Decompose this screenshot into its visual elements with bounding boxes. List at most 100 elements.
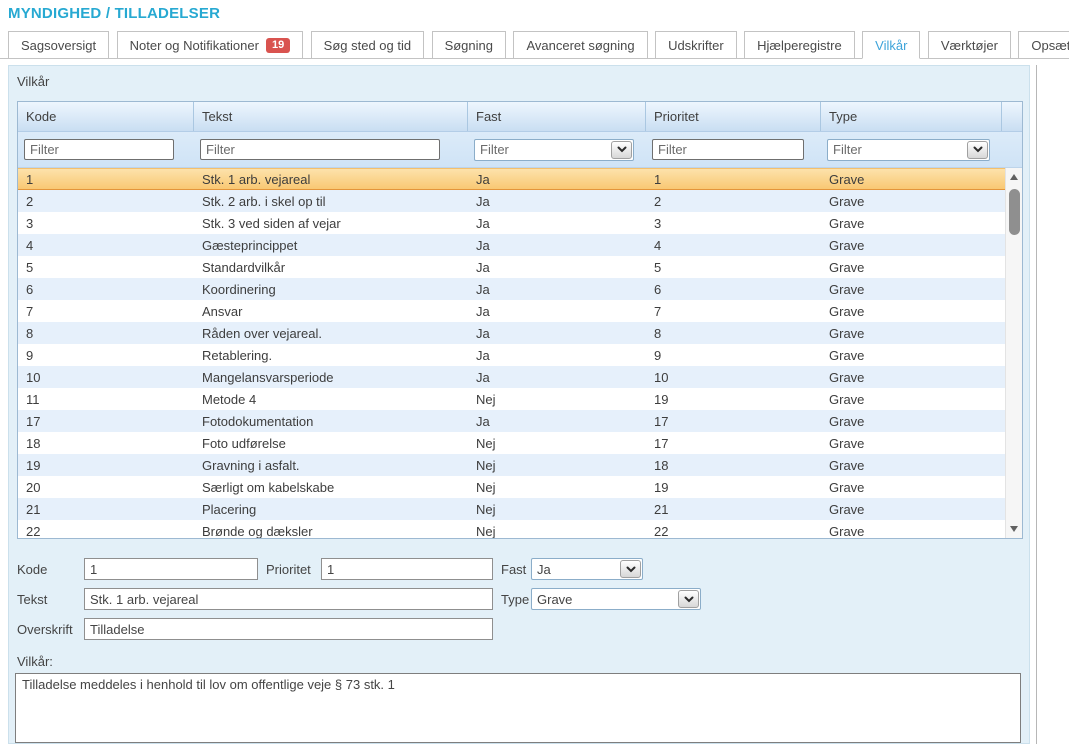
overskrift-label: Overskrift (17, 622, 84, 637)
tab-label: Hjælperegistre (757, 38, 842, 53)
cell-kode: 22 (18, 520, 194, 538)
scroll-down-icon[interactable] (1010, 526, 1018, 532)
cell-type: Grave (821, 278, 1005, 300)
cell-prio: 10 (646, 366, 821, 388)
chevron-down-icon[interactable] (620, 560, 641, 578)
cell-type: Grave (821, 190, 1005, 212)
cell-kode: 5 (18, 256, 194, 278)
cell-type: Grave (821, 256, 1005, 278)
column-header-type[interactable]: Type (821, 102, 1002, 131)
fast-filter-placeholder: Filter (480, 142, 509, 157)
cell-type: Grave (821, 388, 1005, 410)
kode-label: Kode (17, 562, 84, 577)
cell-fast: Ja (468, 234, 646, 256)
tab-label: Avanceret søgning (526, 38, 634, 53)
table-row[interactable]: 5StandardvilkårJa5Grave (18, 256, 1005, 278)
overskrift-field[interactable] (84, 618, 493, 640)
table-row[interactable]: 2Stk. 2 arb. i skel op tilJa2Grave (18, 190, 1005, 212)
tab-opsaetning[interactable]: Opsætning (1018, 31, 1069, 59)
page-title: MYNDIGHED / TILLADELSER (8, 5, 1069, 22)
grid-body: 1Stk. 1 arb. vejarealJa1Grave2Stk. 2 arb… (18, 168, 1022, 538)
cell-prio: 19 (646, 476, 821, 498)
table-row[interactable]: 21PlaceringNej21Grave (18, 498, 1005, 520)
table-row[interactable]: 22Brønde og dækslerNej22Grave (18, 520, 1005, 538)
chevron-down-icon[interactable] (678, 590, 699, 608)
cell-prio: 3 (646, 212, 821, 234)
prioritet-field[interactable] (321, 558, 493, 580)
tab-hjaelperegistre[interactable]: Hjælperegistre (744, 31, 855, 59)
table-row[interactable]: 1Stk. 1 arb. vejarealJa1Grave (18, 168, 1005, 190)
tab-label: Vilkår (875, 38, 907, 53)
cell-type: Grave (821, 366, 1005, 388)
chevron-down-icon[interactable] (611, 141, 632, 159)
grid-filter-row: Filter Filter (18, 132, 1022, 168)
table-row[interactable]: 18Foto udførelseNej17Grave (18, 432, 1005, 454)
tab-vilkaar[interactable]: Vilkår (862, 31, 920, 59)
prioritet-filter-input[interactable] (652, 139, 804, 160)
tekst-filter-input[interactable] (200, 139, 440, 160)
table-row[interactable]: 17FotodokumentationJa17Grave (18, 410, 1005, 432)
cell-fast: Ja (468, 410, 646, 432)
table-row[interactable]: 19Gravning i asfalt.Nej18Grave (18, 454, 1005, 476)
table-row[interactable]: 7AnsvarJa7Grave (18, 300, 1005, 322)
tab-vaerktoejer[interactable]: Værktøjer (928, 31, 1011, 59)
tab-bar: Sagsoversigt Noter og Notifikationer19 S… (0, 31, 1069, 59)
tab-soeg-sted-og-tid[interactable]: Søg sted og tid (311, 31, 424, 59)
tab-soegning[interactable]: Søgning (432, 31, 506, 59)
column-header-tekst[interactable]: Tekst (194, 102, 468, 131)
fast-filter-select[interactable]: Filter (474, 139, 634, 161)
type-filter-select[interactable]: Filter (827, 139, 990, 161)
kode-filter-input[interactable] (24, 139, 174, 160)
vilkaar-textarea[interactable]: Tilladelse meddeles i henhold til lov om… (15, 673, 1021, 743)
cell-fast: Nej (468, 476, 646, 498)
cell-type: Grave (821, 520, 1005, 538)
panel-title: Vilkår (9, 66, 1029, 94)
scroll-up-icon[interactable] (1010, 174, 1018, 180)
tekst-field[interactable] (84, 588, 493, 610)
cell-type: Grave (821, 212, 1005, 234)
cell-prio: 21 (646, 498, 821, 520)
kode-field[interactable] (84, 558, 258, 580)
column-header-kode[interactable]: Kode (18, 102, 194, 131)
cell-prio: 22 (646, 520, 821, 538)
grid-header-row: Kode Tekst Fast Prioritet Type (18, 102, 1022, 132)
chevron-down-icon[interactable] (967, 141, 988, 159)
cell-fast: Ja (468, 344, 646, 366)
vertical-scrollbar[interactable] (1005, 168, 1022, 538)
cell-kode: 4 (18, 234, 194, 256)
tab-label: Værktøjer (941, 38, 998, 53)
cell-fast: Ja (468, 300, 646, 322)
cell-prio: 8 (646, 322, 821, 344)
table-row[interactable]: 11Metode 4Nej19Grave (18, 388, 1005, 410)
cell-type: Grave (821, 498, 1005, 520)
column-header-fast[interactable]: Fast (468, 102, 646, 131)
cell-prio: 17 (646, 410, 821, 432)
tab-label: Søgning (445, 38, 493, 53)
tab-sagsoversigt[interactable]: Sagsoversigt (8, 31, 109, 59)
cell-kode: 17 (18, 410, 194, 432)
cell-fast: Ja (468, 278, 646, 300)
notification-badge: 19 (266, 38, 290, 53)
cell-prio: 5 (646, 256, 821, 278)
cell-tekst: Gæsteprincippet (194, 234, 468, 256)
type-select[interactable]: Grave (531, 588, 701, 610)
column-header-prioritet[interactable]: Prioritet (646, 102, 821, 131)
table-row[interactable]: 3Stk. 3 ved siden af vejarJa3Grave (18, 212, 1005, 234)
table-row[interactable]: 8Råden over vejareal.Ja8Grave (18, 322, 1005, 344)
table-row[interactable]: 20Særligt om kabelskabeNej19Grave (18, 476, 1005, 498)
tab-label: Søg sted og tid (324, 38, 411, 53)
cell-tekst: Stk. 1 arb. vejareal (194, 169, 468, 189)
table-row[interactable]: 6KoordineringJa6Grave (18, 278, 1005, 300)
fast-select[interactable]: Ja (531, 558, 643, 580)
column-header-filler (1002, 102, 1022, 131)
table-row[interactable]: 9Retablering.Ja9Grave (18, 344, 1005, 366)
scroll-thumb[interactable] (1009, 189, 1020, 235)
grid-rows: 1Stk. 1 arb. vejarealJa1Grave2Stk. 2 arb… (18, 168, 1005, 538)
cell-tekst: Mangelansvarsperiode (194, 366, 468, 388)
table-row[interactable]: 10MangelansvarsperiodeJa10Grave (18, 366, 1005, 388)
tab-noter-og-notifikationer[interactable]: Noter og Notifikationer19 (117, 31, 304, 59)
tab-udskrifter[interactable]: Udskrifter (655, 31, 737, 59)
table-row[interactable]: 4GæsteprincippetJa4Grave (18, 234, 1005, 256)
cell-kode: 6 (18, 278, 194, 300)
tab-avanceret-soegning[interactable]: Avanceret søgning (513, 31, 647, 59)
